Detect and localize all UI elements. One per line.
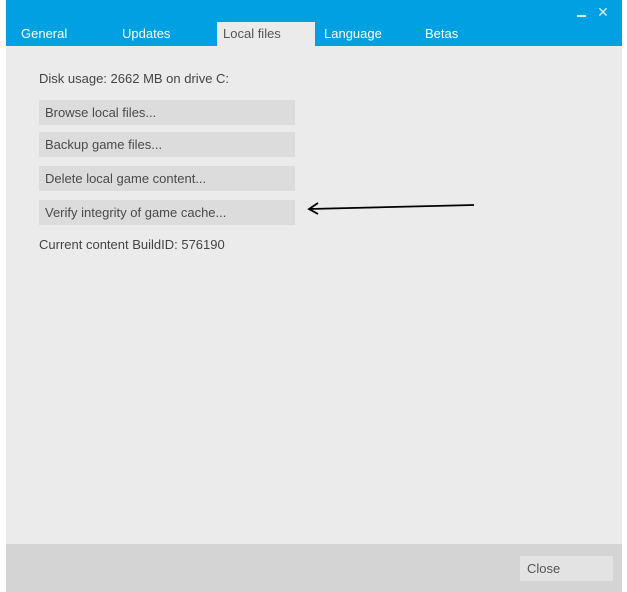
verify-integrity-button[interactable]: Verify integrity of game cache... (39, 200, 295, 225)
window-controls: ✕ (574, 4, 610, 20)
close-button[interactable]: Close (520, 556, 613, 581)
tab-general[interactable]: General (6, 22, 107, 46)
close-window-button[interactable]: ✕ (596, 4, 610, 20)
backup-game-files-button[interactable]: Backup game files... (39, 132, 295, 157)
tab-label: Betas (425, 26, 459, 41)
annotation-arrow-icon (307, 202, 475, 215)
browse-local-files-button[interactable]: Browse local files... (39, 100, 295, 125)
build-id-text: Current content BuildID: 576190 (39, 237, 225, 252)
minimize-button[interactable] (574, 4, 588, 20)
tab-updates[interactable]: Updates (107, 22, 217, 46)
tab-label: Local files (223, 26, 281, 41)
delete-local-content-button[interactable]: Delete local game content... (39, 166, 295, 191)
minimize-icon (576, 15, 586, 17)
title-bar: ✕ General Updates Local files Language B… (6, 0, 622, 46)
properties-window: ✕ General Updates Local files Language B… (6, 0, 622, 592)
local-files-panel: Disk usage: 2662 MB on drive C: Browse l… (39, 70, 295, 252)
footer-bar: Close (6, 544, 622, 592)
close-icon: ✕ (597, 4, 609, 20)
disk-usage-text: Disk usage: 2662 MB on drive C: (39, 71, 230, 86)
tab-language[interactable]: Language (315, 22, 416, 46)
tab-label: Updates (122, 26, 171, 41)
tab-betas[interactable]: Betas (416, 22, 486, 46)
tab-label: General (21, 26, 68, 41)
tab-label: Language (324, 26, 382, 41)
tab-local-files[interactable]: Local files (217, 22, 315, 46)
tab-bar: General Updates Local files Language Bet… (6, 22, 486, 46)
